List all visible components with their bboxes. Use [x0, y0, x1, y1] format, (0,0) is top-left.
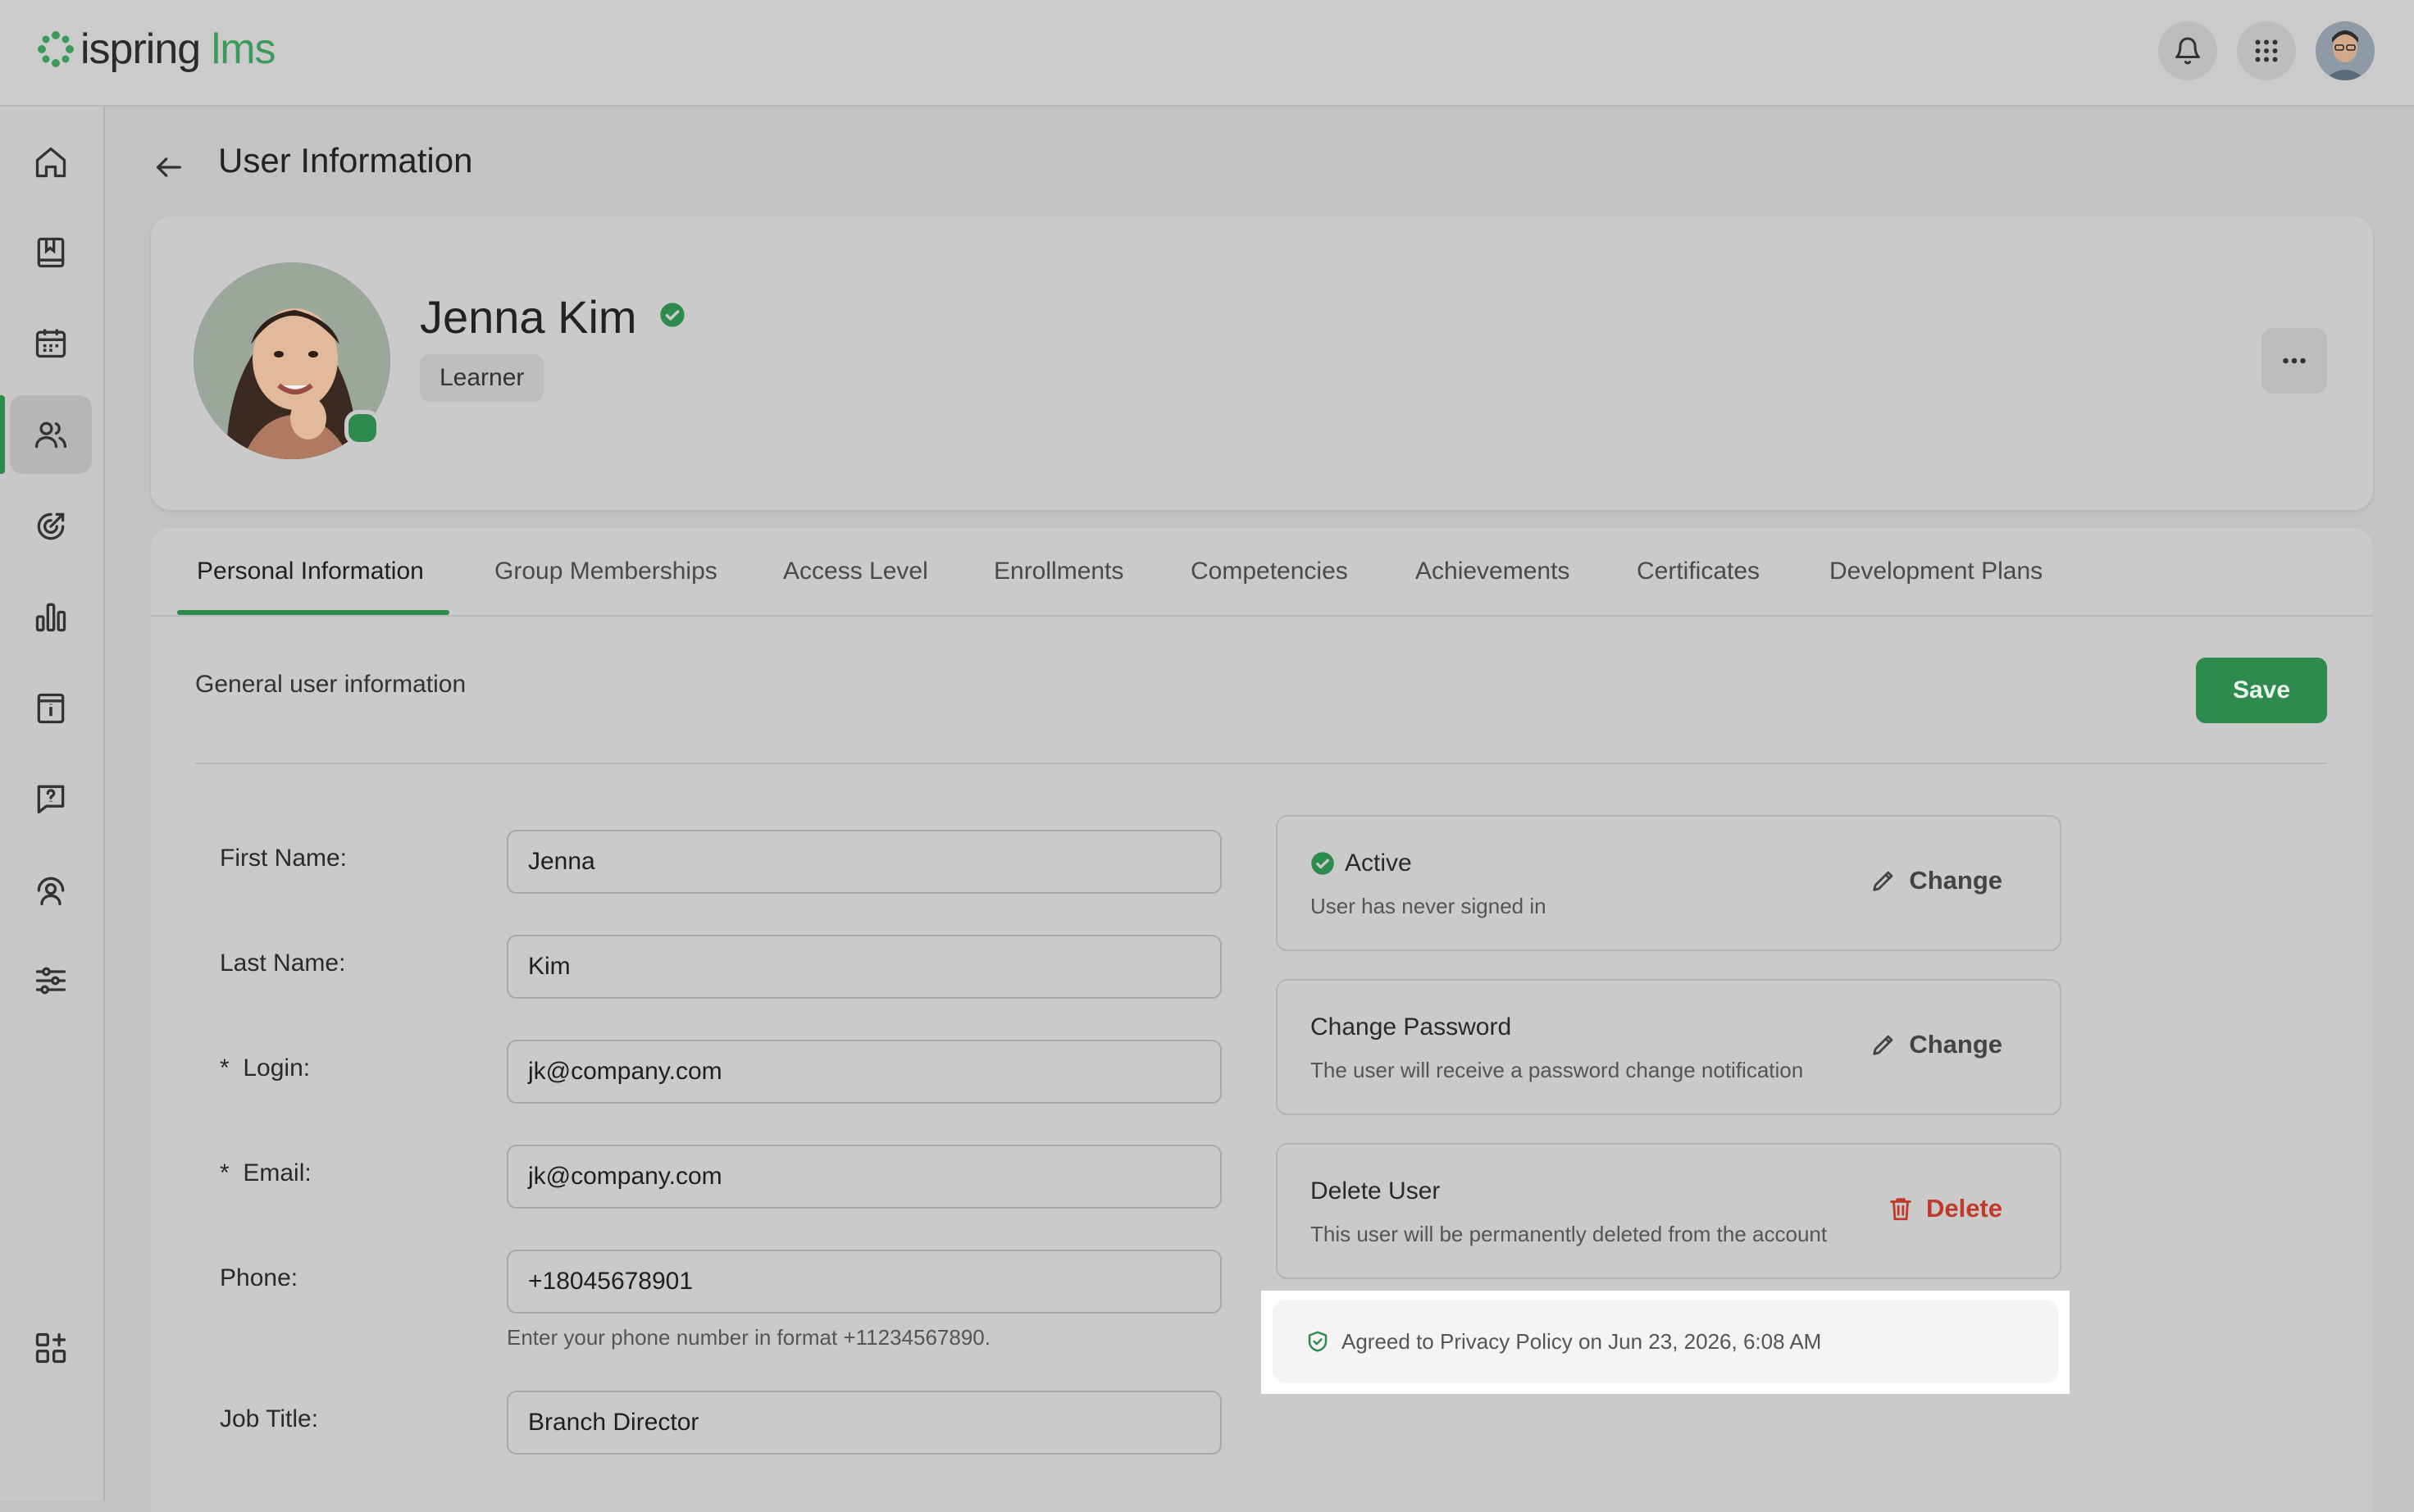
- tab-enrollments[interactable]: Enrollments: [994, 558, 1123, 585]
- reports-chart-icon: [35, 603, 66, 632]
- privacy-policy-notice: Agreed to Privacy Policy on Jun 23, 2026…: [1273, 1300, 2058, 1382]
- trash-icon: [1890, 1198, 1911, 1221]
- first-name-input[interactable]: Jenna: [507, 830, 1222, 894]
- login-label: * Login:: [220, 1054, 310, 1082]
- profile-card: Jenna Kim Learner: [151, 216, 2373, 510]
- change-password-title: Change Password: [1310, 1013, 1512, 1041]
- login-input[interactable]: jk@company.com: [507, 1040, 1222, 1104]
- status-panel: Active User has never signed in Change: [1276, 815, 2061, 951]
- tab-competencies[interactable]: Competencies: [1191, 558, 1348, 585]
- phone-label: Phone:: [220, 1264, 298, 1291]
- tab-group-memberships[interactable]: Group Memberships: [494, 558, 717, 585]
- more-horizontal-icon: [2283, 358, 2306, 364]
- section-divider: [195, 763, 2327, 764]
- tab-bar: Personal Information Group Memberships A…: [151, 528, 2373, 617]
- sidebar-item-home[interactable]: [10, 123, 92, 202]
- settings-sliders-icon: [35, 967, 66, 995]
- sidebar-item-goals[interactable]: [10, 487, 92, 566]
- email-label: * Email:: [220, 1159, 312, 1187]
- sidebar-item-settings[interactable]: [10, 941, 92, 1020]
- add-widget-icon: [35, 1332, 66, 1364]
- delete-user-button[interactable]: Delete: [1887, 1194, 2002, 1223]
- tab-personal-information[interactable]: Personal Information: [197, 558, 424, 585]
- logo-mark-icon: [38, 31, 74, 67]
- required-marker: *: [220, 1159, 230, 1186]
- save-button[interactable]: Save: [2196, 658, 2327, 723]
- notifications-button[interactable]: [2158, 21, 2217, 80]
- delete-user-label: Delete: [1925, 1194, 2002, 1223]
- section-title: General user information: [195, 671, 467, 698]
- book-icon: [37, 237, 65, 268]
- login-label-text: Login:: [243, 1054, 311, 1082]
- phone-hint: Enter your phone number in format +11234…: [507, 1325, 991, 1350]
- status-title-text: Active: [1345, 849, 1412, 877]
- current-user-avatar[interactable]: [2316, 21, 2375, 80]
- sidebar-item-users[interactable]: [0, 395, 92, 474]
- sidebar-item-reports[interactable]: [10, 577, 92, 656]
- sidebar-item-calendar[interactable]: [10, 303, 92, 382]
- change-status-button[interactable]: Change: [1870, 866, 2002, 895]
- back-button[interactable]: [144, 143, 194, 192]
- change-password-subtitle: The user will receive a password change …: [1310, 1058, 1804, 1082]
- change-password-button[interactable]: Change: [1870, 1030, 2002, 1059]
- phone-input[interactable]: +18045678901: [507, 1250, 1222, 1314]
- shield-check-icon: [1308, 1331, 1328, 1352]
- change-password-label: Change: [1909, 1030, 2002, 1059]
- sidebar-item-add-widget[interactable]: [10, 1309, 92, 1387]
- first-name-label: First Name:: [220, 845, 348, 872]
- change-status-label: Change: [1909, 866, 2002, 895]
- online-status-dot: [344, 410, 380, 446]
- delete-user-subtitle: This user will be permanently deleted fr…: [1310, 1222, 1828, 1246]
- apps-grid-icon: [2255, 39, 2278, 62]
- help-chat-icon: [37, 785, 65, 814]
- info-catalog-icon: [37, 693, 65, 724]
- delete-user-title: Delete User: [1310, 1177, 1441, 1205]
- calendar-icon: [35, 329, 66, 358]
- bell-icon: [2175, 37, 2200, 65]
- tab-development-plans[interactable]: Development Plans: [1829, 558, 2043, 585]
- tab-certificates[interactable]: Certificates: [1637, 558, 1760, 585]
- home-icon: [35, 147, 66, 178]
- sidebar-item-catalog[interactable]: [10, 669, 92, 748]
- arrow-left-icon: [157, 157, 181, 177]
- email-label-text: Email:: [243, 1159, 312, 1186]
- pencil-icon: [1873, 1035, 1893, 1055]
- avatar-icon: [2316, 21, 2375, 80]
- change-password-panel: Change Password The user will receive a …: [1276, 979, 2061, 1115]
- sidebar-item-help[interactable]: [10, 759, 92, 838]
- required-marker: *: [220, 1054, 230, 1082]
- job-title-input[interactable]: Branch Director: [507, 1391, 1222, 1455]
- top-bar: ispring lms: [0, 0, 2414, 107]
- logo-text: ispring lms: [80, 25, 276, 73]
- apps-button[interactable]: [2237, 21, 2296, 80]
- privacy-policy-highlight: Agreed to Privacy Policy on Jun 23, 2026…: [1261, 1291, 2070, 1394]
- status-subtitle: User has never signed in: [1310, 894, 1546, 918]
- sidebar-item-support[interactable]: [10, 851, 92, 930]
- last-name-label: Last Name:: [220, 950, 346, 977]
- privacy-policy-text: Agreed to Privacy Policy on Jun 23, 2026…: [1341, 1328, 1822, 1354]
- verified-check-icon: [660, 303, 685, 327]
- ispring-logo[interactable]: ispring lms: [36, 25, 276, 74]
- active-check-icon: [1311, 852, 1334, 875]
- delete-user-panel: Delete User This user will be permanentl…: [1276, 1143, 2061, 1279]
- tab-access-level[interactable]: Access Level: [783, 558, 928, 585]
- job-title-label: Job Title:: [220, 1405, 319, 1432]
- users-icon: [34, 421, 67, 449]
- sidebar-item-library[interactable]: [10, 213, 92, 292]
- support-user-icon: [37, 877, 65, 906]
- status-title: Active: [1310, 849, 1412, 877]
- pencil-icon: [1873, 871, 1893, 891]
- email-input[interactable]: jk@company.com: [507, 1145, 1222, 1209]
- user-name: Jenna Kim: [420, 291, 637, 343]
- tab-achievements[interactable]: Achievements: [1415, 558, 1569, 585]
- last-name-input[interactable]: Kim: [507, 935, 1222, 999]
- active-tab-indicator: [177, 610, 449, 615]
- role-badge: Learner: [420, 354, 544, 402]
- page-title: User Information: [218, 141, 473, 180]
- more-options-button[interactable]: [2261, 328, 2327, 394]
- target-icon: [37, 512, 65, 540]
- sidebar: [0, 107, 105, 1501]
